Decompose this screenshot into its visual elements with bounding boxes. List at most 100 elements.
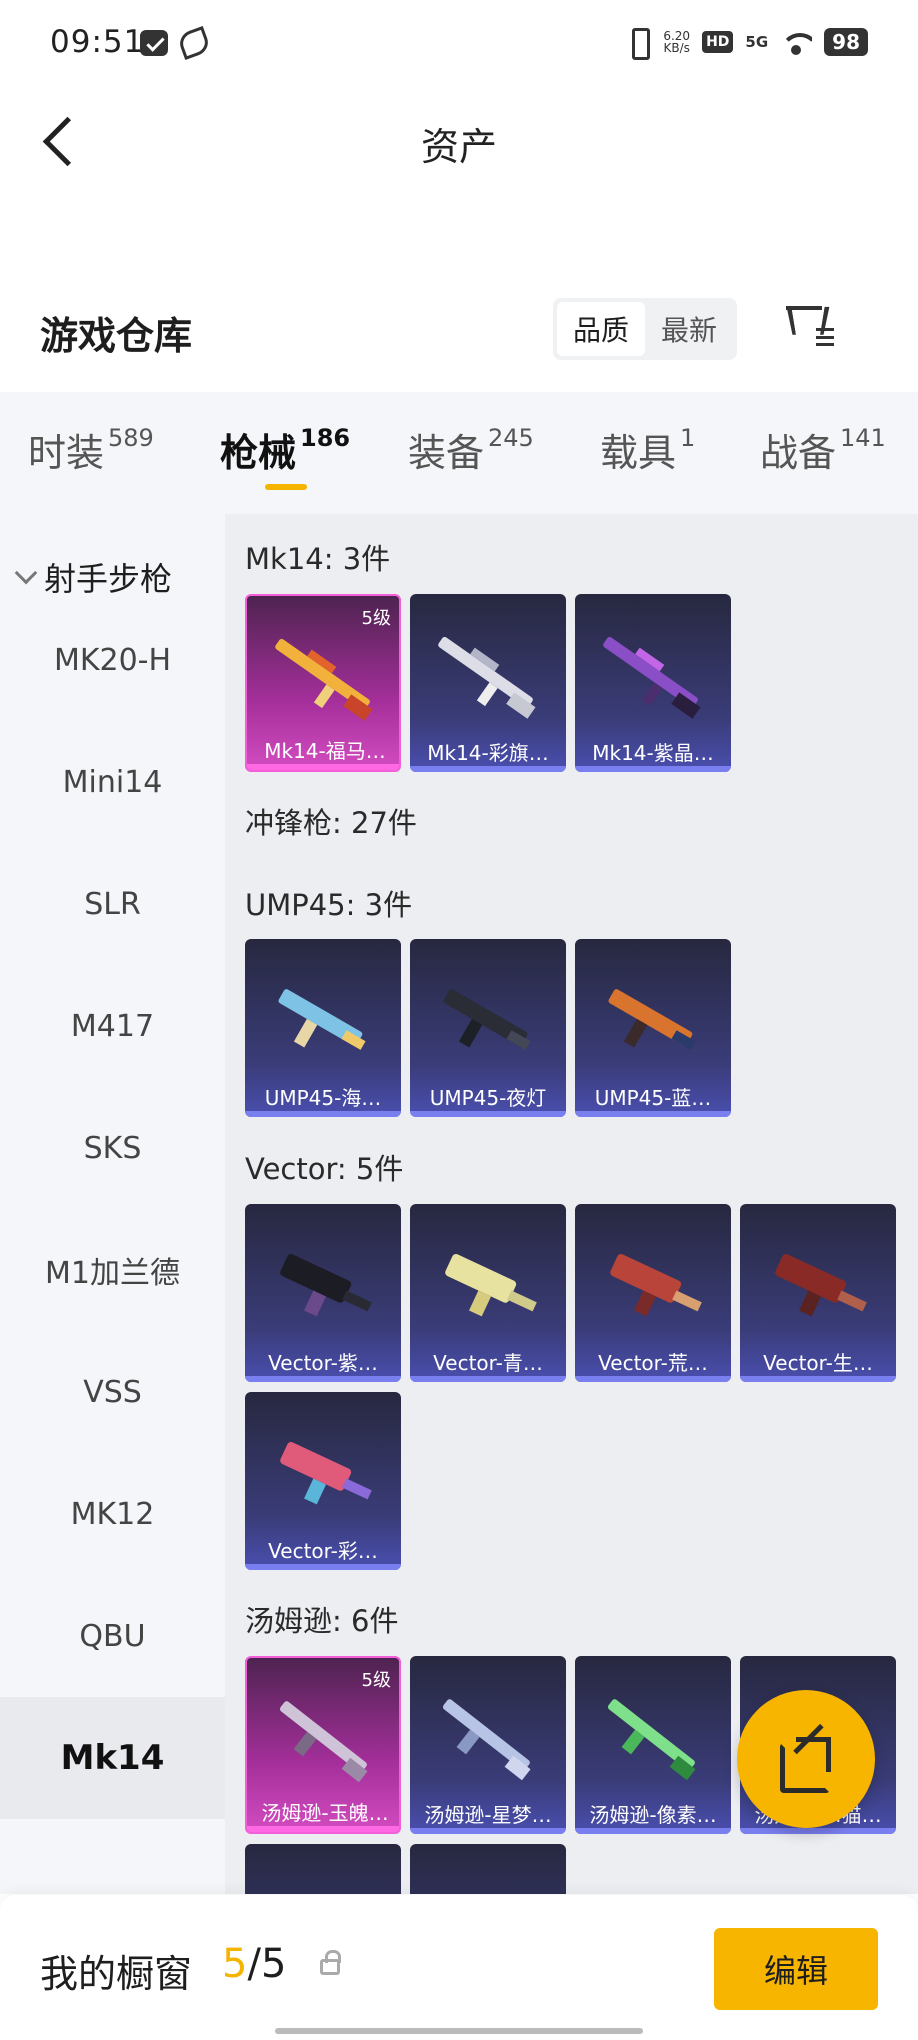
tab-firearms[interactable]: 枪械 186 xyxy=(220,422,350,477)
tab-equipment[interactable]: 装备 245 xyxy=(408,422,534,477)
showcase-count: 5/5 xyxy=(222,1941,286,1987)
weapon-name: 汤姆逊-玉魄… xyxy=(261,1801,389,1825)
smg-icon xyxy=(280,1442,372,1505)
rarity-strip xyxy=(575,1828,731,1834)
smg-icon xyxy=(607,1699,696,1781)
network-speed-unit: KB/s xyxy=(663,41,690,55)
weapon-name: UMP45-夜灯 xyxy=(429,1086,547,1110)
sidebar-item-slr[interactable]: SLR xyxy=(0,843,225,965)
rarity-strip xyxy=(740,1376,896,1382)
weapon-card[interactable] xyxy=(410,1844,566,1894)
section-title-smg: 冲锋枪: 27件 xyxy=(245,806,417,840)
rarity-strip xyxy=(247,764,399,770)
sidebar-item-mk20h[interactable]: MK20-H xyxy=(0,599,225,721)
level-badge: 5级 xyxy=(361,608,391,629)
tab-count: 186 xyxy=(300,424,351,452)
weapon-name: Vector-彩… xyxy=(268,1539,378,1563)
rarity-strip xyxy=(575,766,731,772)
showcase-label: 我的橱窗 xyxy=(40,1952,193,1996)
sidebar-item-m1-garand[interactable]: M1加兰德 xyxy=(0,1209,225,1331)
showcase-bar: 我的橱窗 5/5 编辑 xyxy=(0,1895,918,2040)
sidebar-group-marksman[interactable]: 射手步枪 xyxy=(14,554,173,600)
sidebar-item-mk14[interactable]: Mk14 xyxy=(0,1697,225,1819)
section-title-vector: Vector: 5件 xyxy=(245,1152,404,1186)
weapon-card[interactable]: Vector-荒… xyxy=(575,1204,731,1382)
weapon-card[interactable]: Mk14-紫晶… xyxy=(575,594,731,772)
weapon-name: Mk14-彩旗… xyxy=(427,741,549,765)
rifle-icon xyxy=(275,638,373,721)
showcase-separator: / xyxy=(247,1941,261,1987)
weapon-card[interactable]: 5级 汤姆逊-玉魄… xyxy=(245,1656,401,1834)
weapon-card[interactable]: UMP45-海… xyxy=(245,939,401,1117)
weapon-card[interactable]: 汤姆逊-星梦… xyxy=(410,1656,566,1834)
filter-lines-icon xyxy=(816,328,834,346)
weapon-name: Vector-生… xyxy=(763,1351,873,1375)
weapon-card[interactable]: 5级 Mk14-福马… xyxy=(245,594,401,772)
tab-count: 1 xyxy=(680,424,696,452)
rarity-strip xyxy=(575,1111,731,1117)
section-title-thompson: 汤姆逊: 6件 xyxy=(245,1604,399,1638)
rarity-strip xyxy=(410,1111,566,1117)
weapon-card[interactable]: Vector-彩… xyxy=(245,1392,401,1570)
tab-fashion[interactable]: 时装 589 xyxy=(28,422,154,477)
rarity-strip xyxy=(245,1111,401,1117)
tab-vehicles[interactable]: 载具 1 xyxy=(600,422,695,477)
weapon-card[interactable]: UMP45-夜灯 xyxy=(410,939,566,1117)
tab-label: 装备 xyxy=(408,431,485,475)
app-notification-icon xyxy=(176,25,212,61)
network-speed: 6.20 KB/s xyxy=(663,30,690,54)
hd-icon: HD xyxy=(702,31,734,53)
level-badge: 5级 xyxy=(361,1670,391,1691)
section-title-mk14: Mk14: 3件 xyxy=(245,542,391,576)
section-title-ump45: UMP45: 3件 xyxy=(245,888,413,922)
rarity-strip xyxy=(410,1828,566,1834)
category-tabs: 时装 589 枪械 186 装备 245 载具 1 战备 141 xyxy=(0,392,918,514)
weapon-card[interactable]: UMP45-蓝… xyxy=(575,939,731,1117)
active-tab-indicator xyxy=(265,484,307,490)
signal-5g-icon: 5G xyxy=(745,33,769,51)
sidebar-item-mini14[interactable]: Mini14 xyxy=(0,721,225,843)
filter-button[interactable] xyxy=(782,300,842,356)
weapon-card[interactable]: Vector-紫… xyxy=(245,1204,401,1382)
smg-icon xyxy=(445,1254,537,1317)
sidebar-item-sks[interactable]: SKS xyxy=(0,1087,225,1209)
smg-icon xyxy=(442,1699,531,1781)
weapon-card[interactable]: Mk14-彩旗… xyxy=(410,594,566,772)
page-title: 资产 xyxy=(420,125,497,169)
tab-count: 589 xyxy=(108,424,154,452)
battery-icon: 98 xyxy=(824,28,868,56)
tab-supplies[interactable]: 战备 141 xyxy=(760,422,886,477)
lock-icon xyxy=(320,1950,341,1975)
rifle-icon xyxy=(603,636,701,719)
status-time: 09:51 xyxy=(50,24,145,60)
smg-icon xyxy=(443,989,531,1050)
tab-count: 141 xyxy=(840,424,886,452)
home-indicator[interactable] xyxy=(275,2028,643,2034)
sort-option-latest[interactable]: 最新 xyxy=(645,302,733,356)
smg-icon xyxy=(608,989,696,1050)
showcase-max: 5 xyxy=(260,1941,287,1987)
sidebar-item-m417[interactable]: M417 xyxy=(0,965,225,1087)
share-button[interactable] xyxy=(737,1690,875,1828)
sidebar-item-vss[interactable]: VSS xyxy=(0,1331,225,1453)
weapon-card[interactable] xyxy=(245,1844,401,1894)
sidebar-item-mk12[interactable]: MK12 xyxy=(0,1453,225,1575)
rarity-strip xyxy=(410,766,566,772)
weapon-card[interactable]: 汤姆逊-像素… xyxy=(575,1656,731,1834)
tab-count: 245 xyxy=(488,424,534,452)
rarity-strip xyxy=(575,1376,731,1382)
weapon-card[interactable]: Vector-青… xyxy=(410,1204,566,1382)
sidebar-item-qbu[interactable]: QBU xyxy=(0,1575,225,1697)
weapon-name: 汤姆逊-像素… xyxy=(589,1803,717,1827)
message-notification-icon xyxy=(140,30,168,56)
weapon-name: Vector-荒… xyxy=(598,1351,708,1375)
sidebar-group-label: 射手步枪 xyxy=(44,560,173,598)
edit-button[interactable]: 编辑 xyxy=(714,1928,878,2010)
rifle-icon xyxy=(438,636,536,719)
weapon-card[interactable]: Vector-生… xyxy=(740,1204,896,1382)
sort-option-quality[interactable]: 品质 xyxy=(557,302,645,356)
rarity-strip xyxy=(740,1828,896,1834)
weapon-name: Vector-青… xyxy=(433,1351,543,1375)
weapon-name: UMP45-海… xyxy=(264,1086,382,1110)
tab-label: 时装 xyxy=(28,431,105,475)
